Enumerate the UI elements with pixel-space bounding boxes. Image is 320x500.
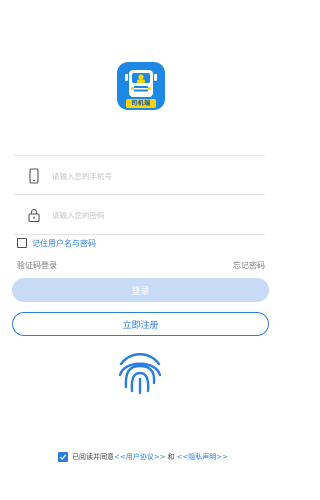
app-logo-label: 司机端 xyxy=(126,99,156,108)
app-logo: 司机端 xyxy=(117,62,165,110)
sms-login-link[interactable]: 验证码登录 xyxy=(17,260,57,271)
password-input[interactable] xyxy=(52,204,252,226)
agreement-conjunction: 和 xyxy=(167,453,175,461)
lock-icon xyxy=(28,208,40,223)
user-agreement-link[interactable]: <<用户协议>> xyxy=(114,452,165,462)
remember-credentials[interactable]: 记住用户名与密码 xyxy=(17,237,96,249)
checkmark-icon xyxy=(59,454,67,460)
agreement-row: 已阅读并同意 <<用户协议>> 和 <<隐私声明>> xyxy=(58,451,228,463)
login-screen: 司机端 记住用户名与密码 验证码登录 忘记密码 登录 立即注册 xyxy=(0,0,281,500)
remember-label[interactable]: 记住用户名与密码 xyxy=(32,238,96,249)
phone-input[interactable] xyxy=(52,165,252,187)
privacy-policy-link[interactable]: <<隐私声明>> xyxy=(176,452,227,462)
login-options-row: 验证码登录 忘记密码 xyxy=(17,260,265,272)
forgot-password-link[interactable]: 忘记密码 xyxy=(233,260,265,271)
phone-icon xyxy=(29,168,39,184)
password-field-row xyxy=(14,195,265,235)
login-button[interactable]: 登录 xyxy=(12,278,269,302)
register-button[interactable]: 立即注册 xyxy=(12,312,269,336)
phone-field-row xyxy=(14,155,265,195)
remember-checkbox[interactable] xyxy=(17,238,27,248)
fingerprint-icon[interactable] xyxy=(116,349,164,395)
agreement-checkbox[interactable] xyxy=(58,452,68,462)
agreement-prefix: 已阅读并同意 xyxy=(72,453,114,461)
